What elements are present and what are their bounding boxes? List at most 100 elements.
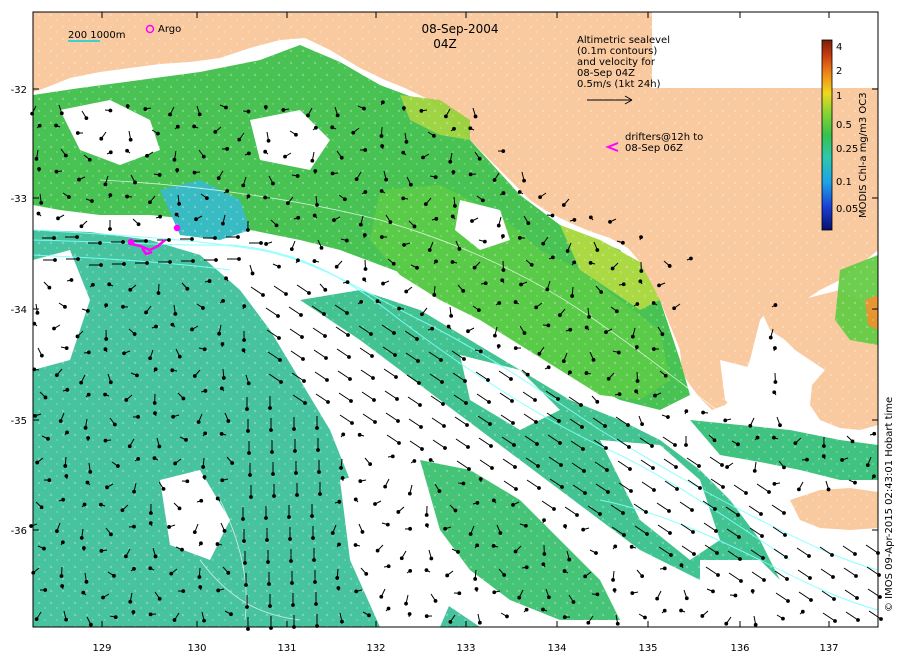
- velocity-arrow-head: [434, 216, 439, 221]
- velocity-arrow-head: [412, 224, 417, 229]
- velocity-arrow-head: [772, 390, 777, 395]
- velocity-arrow-head: [737, 535, 741, 539]
- velocity-arrow-head: [196, 420, 201, 424]
- velocity-arrow-head: [541, 241, 546, 246]
- velocity-arrow-head: [404, 289, 409, 294]
- scale-label: 200 1000m: [68, 30, 125, 41]
- velocity-arrow-head: [247, 451, 251, 455]
- velocity-arrow-head: [132, 566, 136, 571]
- velocity-arrow-head: [557, 419, 561, 423]
- velocity-arrow-head: [720, 463, 724, 467]
- velocity-arrow-head: [315, 203, 319, 207]
- velocity-arrow-head: [610, 266, 615, 271]
- velocity-arrow-head: [362, 277, 367, 282]
- velocity-arrow-head: [263, 195, 268, 200]
- velocity-arrow-head: [736, 513, 740, 517]
- velocity-arrow-head: [192, 530, 197, 534]
- velocity-arrow-head: [272, 494, 276, 498]
- velocity-arrow-head: [441, 402, 445, 406]
- velocity-arrow-head: [88, 469, 93, 474]
- velocity-arrow-head: [397, 441, 401, 445]
- velocity-arrow-head: [509, 377, 513, 381]
- velocity-arrow-head: [346, 333, 350, 337]
- velocity-arrow-head: [519, 282, 523, 287]
- velocity-arrow-head: [474, 587, 479, 591]
- velocity-arrow-head: [108, 380, 113, 385]
- velocity-arrow-head: [36, 211, 41, 216]
- velocity-arrow-head: [385, 522, 390, 527]
- velocity-arrow-head: [202, 475, 207, 479]
- velocity-arrow-head: [99, 263, 103, 267]
- velocity-arrow-head: [755, 435, 760, 440]
- velocity-arrow-head: [468, 532, 473, 536]
- velocity-arrow-head: [98, 241, 102, 245]
- velocity-arrow-head: [579, 403, 583, 407]
- velocity-arrow-head: [281, 108, 286, 112]
- velocity-arrow-head: [175, 124, 180, 129]
- velocity-arrow-head: [452, 126, 456, 131]
- velocity-arrow-head: [584, 325, 589, 330]
- velocity-arrow-head: [156, 291, 161, 295]
- velocity-arrow-head: [109, 532, 113, 537]
- velocity-arrow-head: [652, 488, 656, 492]
- velocity-arrow-head: [314, 602, 318, 606]
- velocity-arrow-head: [445, 573, 450, 578]
- velocity-arrow-head: [421, 155, 425, 160]
- velocity-arrow-head: [522, 178, 526, 183]
- velocity-arrow-head: [133, 180, 137, 185]
- velocity-arrow-head: [267, 582, 271, 586]
- velocity-arrow-head: [354, 177, 359, 181]
- velocity-arrow-head: [482, 239, 487, 244]
- velocity-arrow-head: [856, 618, 860, 622]
- velocity-arrow-head: [144, 239, 148, 243]
- velocity-arrow-head: [37, 167, 42, 171]
- velocity-arrow-head: [337, 499, 342, 504]
- velocity-arrow-head: [478, 477, 483, 481]
- velocity-arrow-head: [672, 306, 677, 311]
- velocity-arrow-head: [362, 233, 367, 237]
- velocity-arrow-head: [201, 465, 206, 469]
- velocity-arrow-head: [738, 557, 742, 561]
- velocity-arrow-head: [222, 528, 227, 533]
- velocity-arrow-head: [220, 478, 225, 483]
- velocity-arrow-head: [773, 303, 778, 307]
- velocity-arrow-head: [276, 314, 280, 318]
- velocity-arrow-head: [108, 108, 113, 113]
- velocity-arrow-head: [725, 465, 729, 469]
- velocity-arrow-head: [246, 109, 251, 114]
- velocity-arrow-head: [64, 474, 69, 478]
- velocity-arrow-head: [442, 424, 446, 428]
- velocity-arrow-head: [373, 420, 377, 424]
- velocity-arrow-head: [167, 238, 171, 242]
- velocity-arrow-head: [242, 539, 246, 543]
- velocity-arrow-head: [199, 498, 204, 503]
- velocity-arrow-head: [750, 589, 755, 593]
- velocity-arrow-head: [171, 414, 176, 419]
- velocity-arrow-head: [122, 262, 126, 266]
- velocity-arrow-head: [103, 392, 107, 397]
- velocity-arrow-head: [525, 372, 530, 377]
- velocity-arrow-head: [640, 574, 645, 578]
- velocity-arrow-head: [713, 507, 717, 511]
- velocity-arrow-head: [108, 193, 113, 198]
- velocity-arrow-head: [202, 347, 207, 352]
- velocity-arrow-head: [675, 487, 679, 491]
- velocity-arrow-head: [362, 106, 366, 111]
- velocity-arrow-head: [156, 131, 160, 136]
- velocity-arrow-head: [480, 198, 485, 203]
- velocity-arrow-head: [394, 375, 398, 379]
- velocity-arrow-head: [487, 400, 491, 404]
- velocity-arrow-head: [401, 106, 406, 110]
- velocity-arrow-head: [657, 283, 661, 288]
- velocity-arrow-head: [358, 222, 363, 227]
- velocity-arrow-head: [660, 332, 665, 336]
- velocity-arrow-head: [317, 470, 321, 474]
- velocity-arrow-head: [615, 621, 620, 626]
- velocity-arrow-head: [673, 443, 677, 447]
- velocity-arrow-head: [76, 257, 80, 261]
- velocity-arrow-head: [241, 183, 246, 188]
- velocity-arrow-head: [43, 588, 48, 592]
- velocity-arrow-head: [674, 465, 678, 469]
- velocity-arrow-head: [762, 578, 766, 582]
- velocity-arrow-head: [634, 389, 639, 394]
